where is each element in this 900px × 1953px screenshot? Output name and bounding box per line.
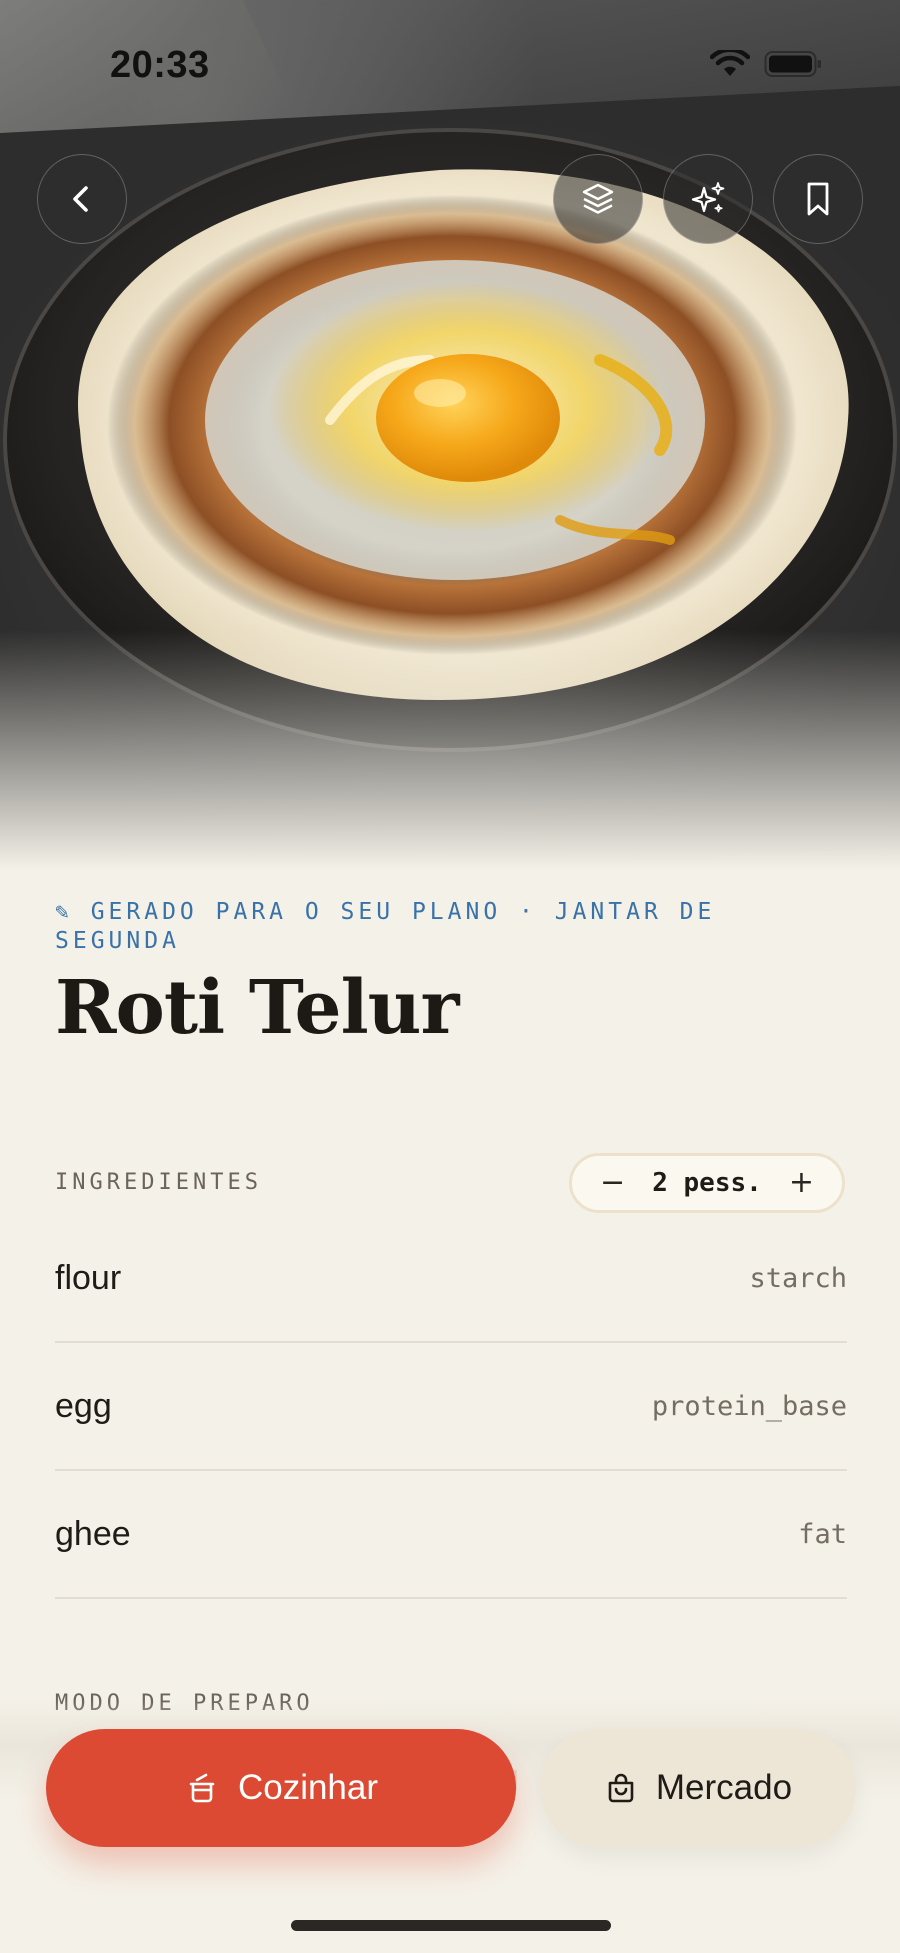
- back-button[interactable]: [37, 154, 127, 244]
- ingredient-row[interactable]: egg protein_base: [55, 1343, 847, 1471]
- plan-kicker: ✎ GERADO PARA O SEU PLANO · JANTAR DE SE…: [55, 899, 716, 954]
- layers-button[interactable]: [553, 154, 643, 244]
- cook-button-label: Cozinhar: [237, 1768, 379, 1807]
- wifi-icon: [710, 50, 750, 76]
- servings-stepper: − 2 pess. +: [569, 1153, 845, 1213]
- ingredient-row[interactable]: ghee fat: [55, 1471, 847, 1599]
- bookmark-button[interactable]: [773, 154, 863, 244]
- cook-button[interactable]: Cozinhar: [46, 1729, 516, 1847]
- recipe-hero-image: [0, 0, 900, 870]
- market-button-label: Mercado: [655, 1768, 793, 1807]
- status-time: 20:33: [110, 44, 210, 86]
- home-indicator: [291, 1920, 611, 1931]
- decrease-servings-button[interactable]: −: [600, 1168, 625, 1198]
- battery-icon: [764, 51, 821, 77]
- chevron-left-icon: [73, 186, 88, 212]
- shopping-bag-icon: [608, 1773, 634, 1803]
- ingredients-heading: INGREDIENTES: [55, 1170, 262, 1195]
- status-icons: [710, 50, 822, 78]
- ingredient-category: protein_base: [651, 1390, 847, 1422]
- bookmark-icon: [807, 182, 829, 216]
- hero-fade-overlay: [0, 630, 900, 870]
- increase-servings-button[interactable]: +: [789, 1168, 814, 1198]
- recipe-title: Roti Telur: [55, 965, 459, 1051]
- ingredient-category: starch: [749, 1262, 847, 1294]
- ai-sparkle-button[interactable]: [663, 154, 753, 244]
- cooking-pot-icon: [189, 1773, 215, 1803]
- ingredient-name: egg: [55, 1386, 112, 1425]
- servings-value: 2 pess.: [652, 1168, 762, 1198]
- layers-icon: [582, 183, 614, 214]
- ingredient-name: flour: [55, 1258, 122, 1297]
- sparkles-icon: [691, 182, 725, 213]
- status-bar: 20:33: [0, 0, 900, 130]
- ingredient-list: flour starch egg protein_base ghee fat: [55, 1215, 847, 1599]
- ingredient-category: fat: [798, 1518, 847, 1550]
- ingredient-row[interactable]: flour starch: [55, 1215, 847, 1343]
- market-button[interactable]: Mercado: [540, 1729, 856, 1847]
- ingredient-name: ghee: [55, 1514, 131, 1553]
